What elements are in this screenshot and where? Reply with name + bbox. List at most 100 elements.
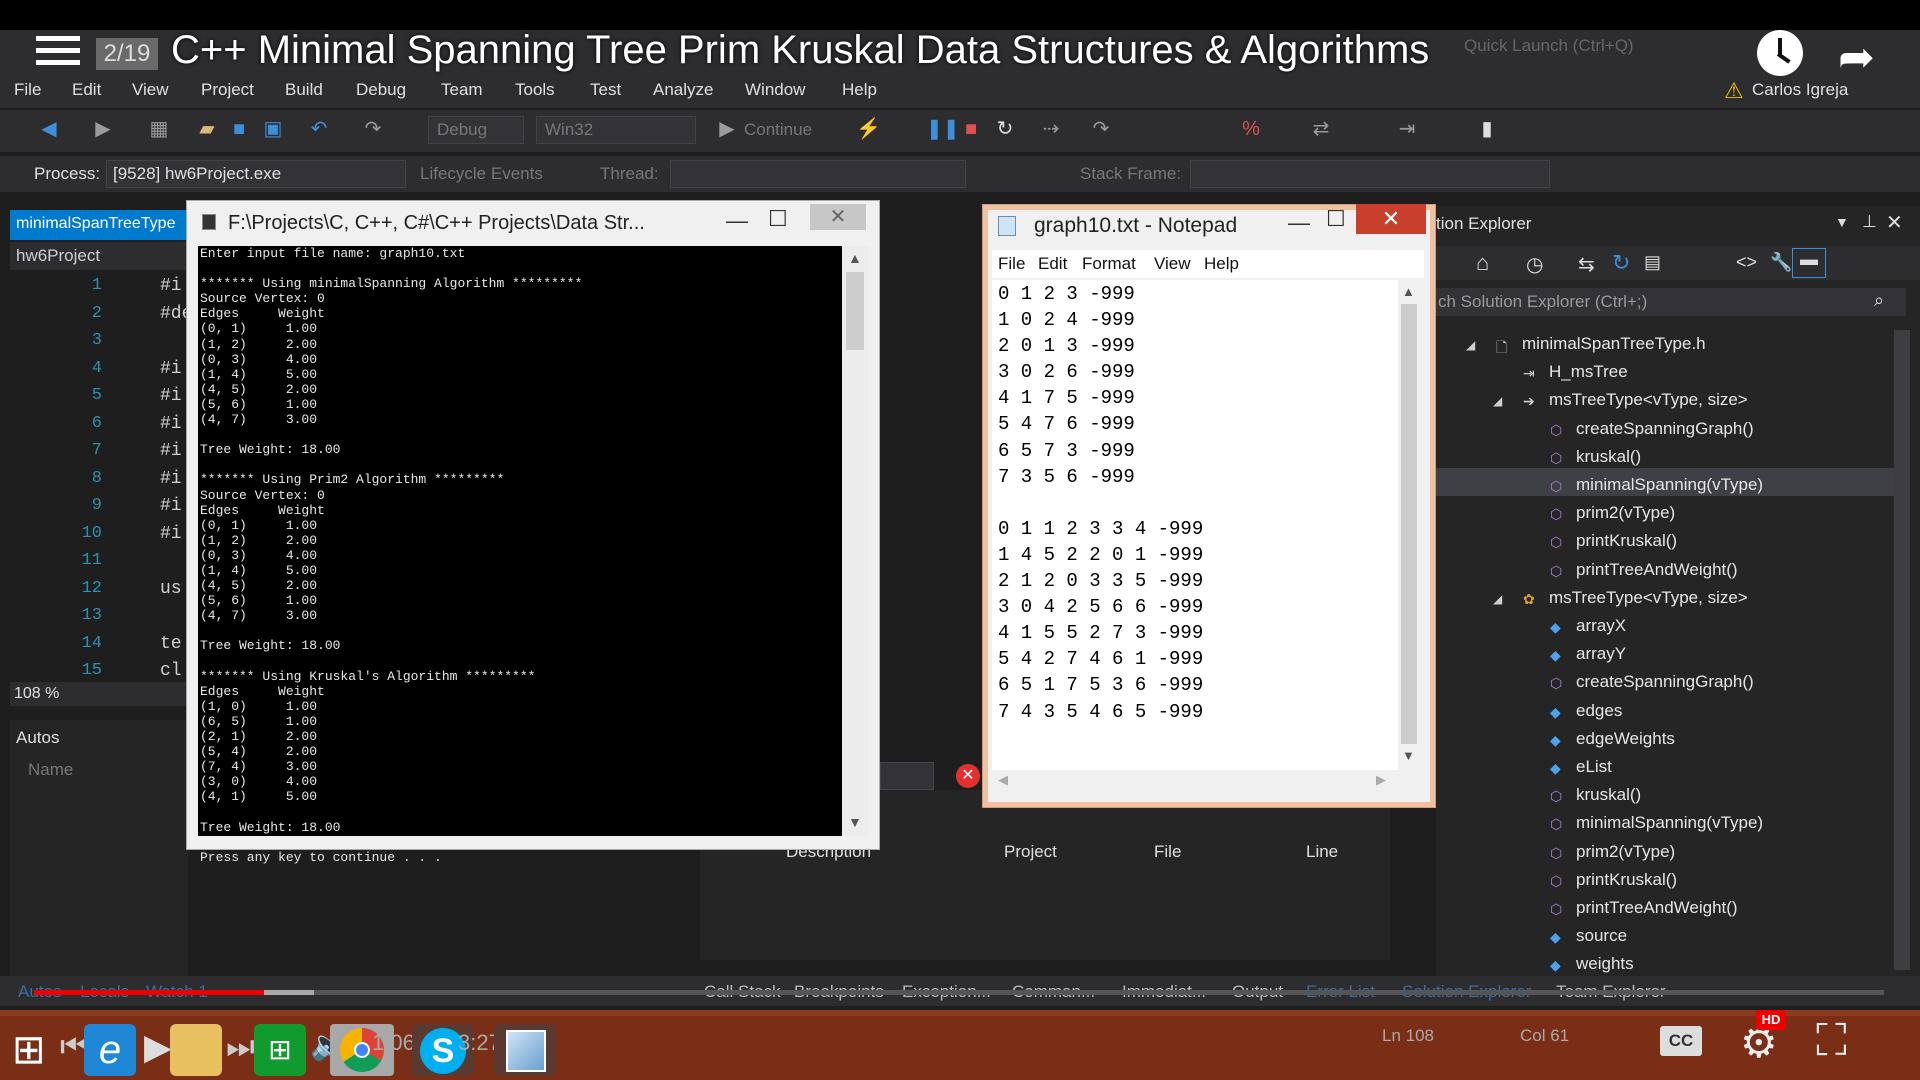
notepad-scroll-thumb[interactable] (1401, 304, 1417, 744)
tree-item[interactable]: prim2(vType) (1576, 503, 1675, 523)
config-select[interactable]: Debug (428, 116, 524, 144)
notepad-menu-format[interactable]: Format (1082, 254, 1136, 274)
undo-icon[interactable]: ↶ (308, 118, 330, 140)
home-icon[interactable]: ⌂ (1476, 250, 1489, 276)
tree-item[interactable]: arrayY (1576, 644, 1626, 664)
minimize-icon[interactable]: — (726, 208, 748, 234)
notepad-hscrollbar[interactable] (992, 770, 1420, 792)
pause-icon[interactable]: ❚❚ (926, 118, 960, 140)
playlist-menu-icon[interactable] (36, 36, 80, 70)
forward-icon[interactable]: ▶ (92, 118, 114, 140)
internet-explorer-icon[interactable]: e (84, 1024, 136, 1076)
notepad-scroll-up-icon[interactable]: ▲ (1402, 284, 1415, 299)
continue-button[interactable]: Continue (744, 120, 812, 140)
tree-item[interactable]: eList (1576, 757, 1612, 777)
hot-reload-icon[interactable]: % (1240, 118, 1262, 140)
next-video-icon[interactable]: ⏭ (226, 1028, 255, 1066)
tree-item[interactable]: source (1576, 926, 1627, 946)
attach-icon[interactable]: ⚡ (856, 118, 881, 140)
menu-window[interactable]: Window (745, 80, 805, 100)
tree-item[interactable]: printKruskal() (1576, 870, 1677, 890)
tree-item[interactable]: msTreeType<vType, size> (1549, 588, 1748, 608)
notepad-menu-help[interactable]: Help (1204, 254, 1239, 274)
collapse-all-icon[interactable]: ▤ (1644, 252, 1661, 273)
solution-explorer-search[interactable]: ch Solution Explorer (Ctrl+;) (1436, 288, 1906, 316)
share-arrow-icon[interactable]: ➦ (1838, 32, 1875, 83)
tree-item[interactable]: createSpanningGraph() (1576, 419, 1754, 439)
warning-icon[interactable]: ⚠ (1724, 78, 1744, 104)
notepad-scroll-down-icon[interactable]: ▼ (1402, 748, 1415, 763)
solution-explorer-scrollbar[interactable] (1894, 330, 1910, 970)
tree-item[interactable]: msTreeType<vType, size> (1549, 390, 1748, 410)
menu-build[interactable]: Build (285, 80, 323, 100)
menu-project[interactable]: Project (201, 80, 254, 100)
editor-project-nav[interactable]: hw6Project (10, 242, 188, 270)
step-over-icon[interactable]: ↷ (1090, 118, 1112, 140)
quick-launch-input[interactable]: Quick Launch (Ctrl+Q) (1464, 36, 1734, 60)
playlist-position[interactable]: 2/19 (96, 38, 158, 70)
expand-arrow-icon[interactable]: ◢ (1493, 592, 1502, 606)
open-folder-icon[interactable]: ▰ (196, 118, 218, 140)
stop-icon[interactable]: ■ (960, 118, 982, 140)
col-line[interactable]: Line (1306, 842, 1338, 862)
tree-item[interactable]: minimalSpanning(vType) (1576, 475, 1763, 495)
expand-arrow-icon[interactable]: ◢ (1493, 394, 1502, 408)
thread-select[interactable] (670, 160, 966, 188)
menu-edit[interactable]: Edit (72, 80, 101, 100)
error-list-filter[interactable] (880, 762, 934, 790)
view-code-icon[interactable]: <> (1736, 252, 1757, 273)
file-explorer-icon[interactable] (170, 1024, 222, 1076)
store-icon[interactable]: ⊞ (254, 1024, 306, 1076)
tree-item[interactable]: kruskal() (1576, 785, 1641, 805)
windows-start-icon[interactable]: ⊞ (12, 1030, 46, 1070)
menu-debug[interactable]: Debug (356, 80, 406, 100)
tree-item[interactable]: createSpanningGraph() (1576, 672, 1754, 692)
virtualbox-icon[interactable] (506, 1030, 546, 1072)
tree-item[interactable]: kruskal() (1576, 447, 1641, 467)
notepad-close-icon[interactable]: ✕ (1356, 204, 1426, 234)
thread-icon[interactable]: ⇄ (1310, 118, 1332, 140)
close-panel-icon[interactable]: ✕ (1886, 210, 1903, 235)
sync-icon[interactable]: ⇆ (1578, 252, 1595, 277)
back-icon[interactable]: ◀ (38, 118, 60, 140)
platform-select[interactable]: Win32 (536, 116, 696, 144)
preview-icon[interactable]: ▬ (1792, 248, 1826, 278)
save-icon[interactable]: ■ (228, 118, 250, 140)
tree-item[interactable]: printTreeAndWeight() (1576, 560, 1738, 580)
menu-team[interactable]: Team (441, 80, 483, 100)
indent-icon[interactable]: ⇥ (1396, 118, 1418, 140)
notepad-scroll-left-icon[interactable]: ◀ (998, 772, 1008, 788)
user-name[interactable]: Carlos Igreja (1752, 80, 1848, 100)
search-icon[interactable]: ⌕ (1874, 290, 1884, 311)
refresh-icon[interactable]: ↻ (1612, 250, 1630, 276)
properties-icon[interactable]: 🔧 (1770, 252, 1792, 273)
stack-frame-select[interactable] (1190, 160, 1550, 188)
history-icon[interactable]: ◷ (1526, 252, 1543, 277)
pin-icon[interactable]: ⊥ (1862, 212, 1877, 232)
tree-item[interactable]: H_msTree (1549, 362, 1628, 382)
notepad-minimize-icon[interactable]: — (1288, 210, 1310, 236)
expand-arrow-icon[interactable]: ◢ (1466, 338, 1475, 352)
tree-item[interactable]: minimalSpanning(vType) (1576, 813, 1763, 833)
menu-view[interactable]: View (132, 80, 169, 100)
restart-icon[interactable]: ↻ (994, 118, 1016, 140)
tree-item[interactable]: arrayX (1576, 616, 1626, 636)
menu-analyze[interactable]: Analyze (653, 80, 713, 100)
tree-item[interactable]: prim2(vType) (1576, 842, 1675, 862)
notepad-menu-file[interactable]: File (998, 254, 1025, 274)
scroll-down-icon[interactable]: ▼ (848, 814, 862, 830)
notepad-menu-view[interactable]: View (1154, 254, 1191, 274)
captions-button[interactable]: CC (1660, 1026, 1702, 1056)
tree-item[interactable]: edges (1576, 701, 1622, 721)
menu-help[interactable]: Help (842, 80, 877, 100)
menu-file[interactable]: File (14, 80, 41, 100)
dropdown-icon[interactable]: ▼ (1835, 214, 1849, 230)
continue-icon[interactable]: ▶ (716, 118, 738, 140)
scroll-up-icon[interactable]: ▲ (848, 250, 862, 266)
menu-tools[interactable]: Tools (515, 80, 555, 100)
watch-later-clock-icon[interactable] (1757, 30, 1803, 76)
notepad-menu-edit[interactable]: Edit (1038, 254, 1067, 274)
maximize-icon[interactable]: ☐ (768, 206, 788, 232)
play-icon[interactable]: ▶ (144, 1026, 172, 1068)
process-select[interactable]: [9528] hw6Project.exe (106, 160, 406, 188)
